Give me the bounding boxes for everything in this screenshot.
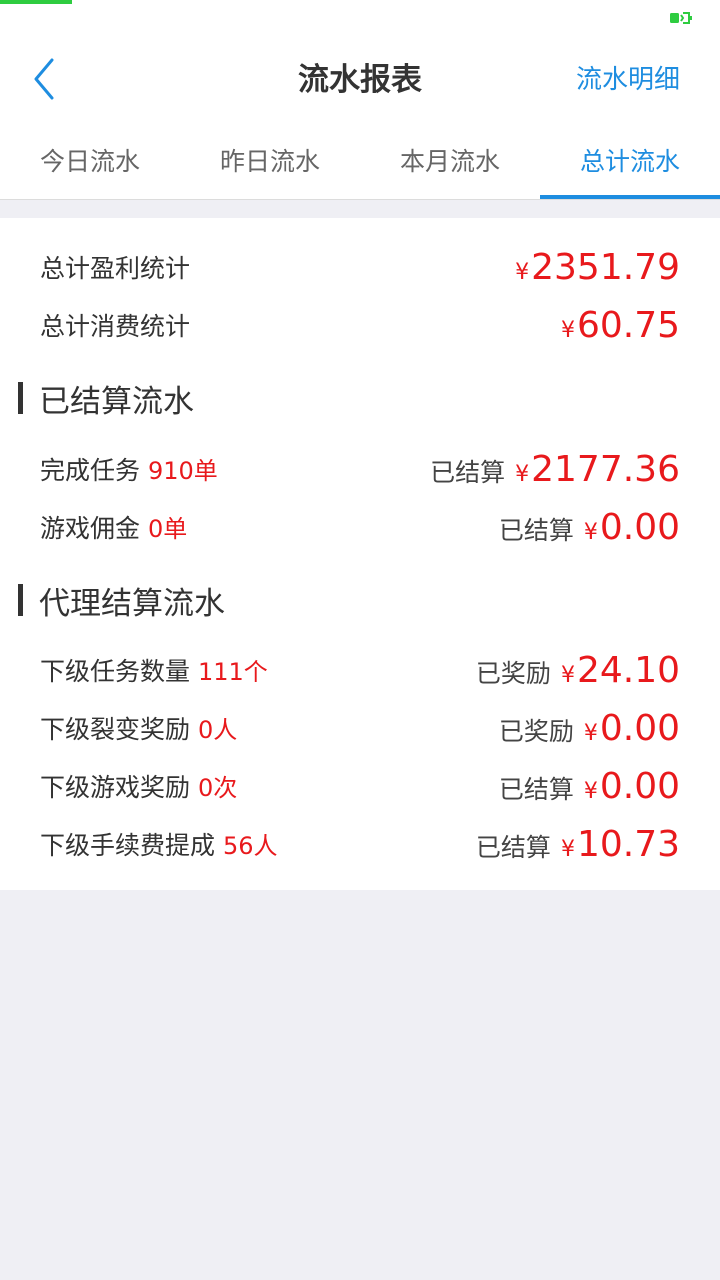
row-amount: 2177.36 [531, 448, 680, 490]
row-amount: 24.10 [576, 649, 680, 691]
tab-today[interactable]: 今日流水 [0, 128, 180, 199]
agent-section-title: 代理结算流水 [39, 585, 225, 622]
agent-row-fission: 下级裂变奖励 0人 已奖励 ¥ 0.00 [40, 703, 680, 753]
row-amount: 0.00 [599, 506, 680, 548]
row-label-text: 下级裂变奖励 [40, 715, 191, 744]
row-count: 910单 [147, 457, 218, 485]
row-label: 下级游戏奖励 0次 [40, 768, 237, 804]
consumption-row: 总计消费统计 ¥ 60.75 [40, 300, 680, 350]
row-value: 已结算 ¥ 0.00 [499, 766, 680, 807]
row-count: 0人 [197, 716, 238, 744]
settle-status: 已结算 [430, 457, 506, 487]
consumption-value: ¥ 60.75 [561, 305, 680, 346]
status-bar [0, 0, 720, 36]
settled-row-tasks: 完成任务 910单 已结算 ¥ 2177.36 [40, 444, 680, 494]
agent-row-commission: 下级手续费提成 56人 已结算 ¥ 10.73 [40, 819, 680, 869]
tab-yesterday[interactable]: 昨日流水 [180, 128, 360, 199]
tab-total[interactable]: 总计流水 [540, 128, 720, 199]
row-label: 下级裂变奖励 0人 [40, 710, 237, 746]
row-count: 56人 [222, 832, 278, 860]
row-count: 111个 [197, 658, 268, 686]
profit-row: 总计盈利统计 ¥ 2351.79 [40, 242, 680, 292]
settle-status: 已奖励 [475, 658, 551, 688]
row-label-text: 下级手续费提成 [40, 831, 216, 860]
currency-symbol: ¥ [560, 317, 575, 343]
row-label-text: 下级任务数量 [40, 657, 191, 686]
row-label-text: 完成任务 [40, 456, 141, 485]
row-value: 已奖励 ¥ 24.10 [476, 650, 680, 691]
row-amount: 0.00 [599, 707, 680, 749]
tab-this-month[interactable]: 本月流水 [360, 128, 540, 199]
row-label: 完成任务 910单 [40, 451, 218, 487]
consumption-amount: 60.75 [576, 304, 680, 346]
status-progress-bar [0, 0, 72, 4]
settle-status: 已奖励 [498, 716, 574, 746]
tab-bar: 今日流水 昨日流水 本月流水 总计流水 [0, 128, 720, 200]
agent-section-header: 代理结算流水 [18, 580, 225, 622]
detail-link[interactable]: 流水明细 [576, 62, 680, 98]
row-value: 已结算 ¥ 2177.36 [430, 449, 680, 490]
currency-symbol: ¥ [583, 720, 598, 746]
row-label: 下级手续费提成 56人 [40, 826, 278, 862]
currency-symbol: ¥ [515, 461, 530, 487]
consumption-label: 总计消费统计 [40, 312, 191, 341]
report-content: 总计盈利统计 ¥ 2351.79 总计消费统计 ¥ 60.75 已结算流水 完成… [0, 218, 720, 890]
settled-row-game: 游戏佣金 0单 已结算 ¥ 0.00 [40, 502, 680, 552]
section-marker [18, 584, 23, 616]
profit-value: ¥ 2351.79 [515, 247, 680, 288]
battery-charging-icon [670, 12, 692, 24]
settled-section-header: 已结算流水 [18, 378, 194, 420]
settle-status: 已结算 [498, 774, 574, 804]
profit-amount: 2351.79 [531, 246, 680, 288]
settle-status: 已结算 [498, 515, 574, 545]
settle-status: 已结算 [475, 832, 551, 862]
row-label: 下级任务数量 111个 [40, 652, 268, 688]
profit-label: 总计盈利统计 [40, 254, 191, 283]
currency-symbol: ¥ [560, 662, 575, 688]
currency-symbol: ¥ [583, 778, 598, 804]
row-label: 游戏佣金 0单 [40, 509, 187, 545]
row-label-text: 下级游戏奖励 [40, 773, 191, 802]
settled-section-title: 已结算流水 [39, 383, 194, 420]
row-amount: 10.73 [576, 823, 680, 865]
currency-symbol: ¥ [583, 519, 598, 545]
row-value: 已结算 ¥ 0.00 [499, 507, 680, 548]
row-count: 0次 [197, 774, 238, 802]
agent-row-tasks: 下级任务数量 111个 已奖励 ¥ 24.10 [40, 645, 680, 695]
currency-symbol: ¥ [560, 836, 575, 862]
row-label-text: 游戏佣金 [40, 514, 141, 543]
row-value: 已结算 ¥ 10.73 [476, 824, 680, 865]
section-marker [18, 382, 23, 414]
nav-bar: 流水报表 流水明细 [0, 36, 720, 128]
row-value: 已奖励 ¥ 0.00 [499, 708, 680, 749]
currency-symbol: ¥ [515, 259, 530, 285]
row-amount: 0.00 [599, 765, 680, 807]
agent-row-game: 下级游戏奖励 0次 已结算 ¥ 0.00 [40, 761, 680, 811]
row-count: 0单 [147, 515, 188, 543]
